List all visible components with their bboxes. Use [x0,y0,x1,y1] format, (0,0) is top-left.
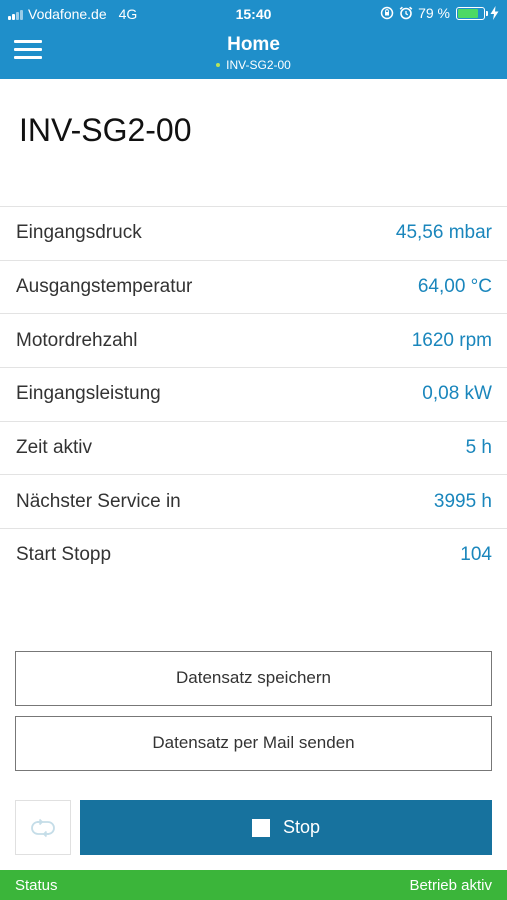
battery-icon [456,6,488,20]
param-value: 5 h [465,437,492,459]
refresh-button[interactable] [15,800,71,855]
status-bar-right: 79 % [380,5,499,21]
page-title: Home [227,34,280,55]
param-label: Nächster Service in [16,490,181,512]
connection-status-dot-icon [216,62,221,67]
param-value: 1620 rpm [411,329,492,351]
param-label: Eingangsdruck [16,222,142,244]
param-value: 64,00 °C [417,276,492,298]
param-label: Eingangsleistung [16,383,161,405]
status-value: Betrieb aktiv [409,877,492,894]
param-value: 0,08 kW [422,383,492,405]
param-row-eingangsleistung: Eingangsleistung 0,08 kW [0,367,507,421]
battery-percentage: 79 % [418,5,450,21]
param-label: Zeit aktiv [16,437,93,459]
refresh-cycle-icon [31,818,55,837]
stop-button[interactable]: Stop [80,800,492,855]
stop-square-icon [251,818,270,837]
device-name-heading: INV-SG2-00 [19,112,192,148]
mail-dataset-button[interactable]: Datensatz per Mail senden [15,716,492,771]
param-row-ausgangstemperatur: Ausgangstemperatur 64,00 °C [0,259,507,314]
status-footer: Status Betrieb aktiv [0,870,507,900]
charging-bolt-icon [490,6,499,20]
parameter-list: Eingangsdruck 45,56 mbar Ausgangstempera… [0,206,507,582]
param-label: Ausgangstemperatur [16,276,193,298]
param-value: 104 [460,544,492,566]
page-subtitle-text: INV-SG2-00 [226,58,291,72]
status-label: Status [15,877,58,894]
page-subtitle: INV-SG2-00 [0,58,507,72]
rotation-lock-icon [380,6,394,20]
param-label: Motordrehzahl [16,329,138,351]
param-row-start-stopp: Start Stopp 104 [0,528,507,582]
param-value: 45,56 mbar [395,222,492,244]
param-row-motordrehzahl: Motordrehzahl 1620 rpm [0,313,507,367]
stop-button-label: Stop [282,817,321,837]
status-bar: Vodafone.de 4G 15:40 79 % [0,0,507,28]
param-row-naechster-service: Nächster Service in 3995 h [0,474,507,528]
save-dataset-button[interactable]: Datensatz speichern [15,651,492,706]
param-label: Start Stopp [16,544,112,566]
battery-level-fill [458,8,478,18]
app-header: Vodafone.de 4G 15:40 79 % Home INV-SG2-0… [0,0,507,79]
param-value: 3995 h [433,490,492,512]
nav-bar: Home INV-SG2-00 [0,28,507,79]
param-row-zeit-aktiv: Zeit aktiv 5 h [0,420,507,475]
alarm-clock-icon [399,6,413,20]
param-row-eingangsdruck: Eingangsdruck 45,56 mbar [0,206,507,260]
